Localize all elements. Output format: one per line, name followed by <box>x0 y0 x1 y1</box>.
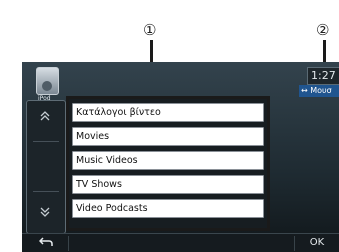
callout-number-1: ① <box>143 21 157 39</box>
list-item-video-playlists[interactable]: Κατάλογοι βίντεο <box>72 103 264 122</box>
scroll-panel <box>26 100 66 234</box>
chevron-down-icon[interactable] <box>36 206 54 220</box>
scroll-divider <box>33 141 59 142</box>
list-item-music-videos[interactable]: Music Videos <box>72 151 264 170</box>
ipod-icon <box>36 67 59 95</box>
list-item-tv-shows[interactable]: TV Shows <box>72 175 264 194</box>
chevron-up-icon[interactable] <box>36 110 54 124</box>
ok-button[interactable]: OK <box>304 236 330 250</box>
device-screen: iPod 1:27 ↔ Μουσ Κατάλογοι βίντεο Movies… <box>22 62 339 252</box>
category-list: Κατάλογοι βίντεο Movies Music Videos TV … <box>66 96 270 231</box>
back-arrow-icon <box>38 237 53 246</box>
bottom-bar: OK <box>22 233 339 252</box>
list-item-video-podcasts[interactable]: Video Podcasts <box>72 199 264 218</box>
callout-number-2: ② <box>316 21 330 39</box>
clock-display: 1:27 <box>307 67 339 85</box>
bar-divider <box>68 236 69 251</box>
list-item-movies[interactable]: Movies <box>72 127 264 146</box>
bar-divider <box>294 236 295 251</box>
music-mode-button[interactable]: ↔ Μουσ <box>299 85 339 97</box>
back-button[interactable] <box>32 236 60 250</box>
scroll-divider <box>33 191 59 192</box>
